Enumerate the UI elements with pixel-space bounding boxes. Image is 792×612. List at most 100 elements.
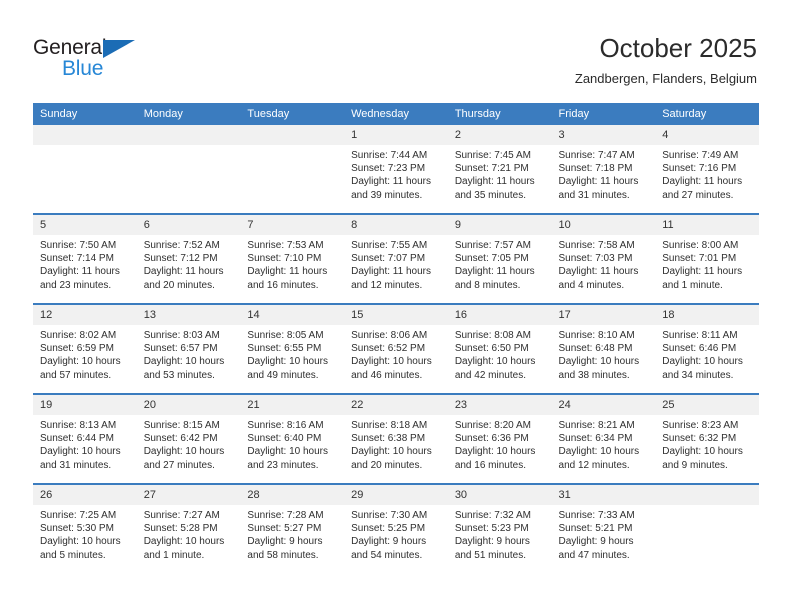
calendar-week-row: 5 Sunrise: 7:50 AM Sunset: 7:14 PM Daylight… (33, 213, 759, 304)
calendar-day-cell[interactable]: 29 Sunrise: 7:30 AM Sunset: 5:25 PM Dayligh… (344, 483, 448, 573)
daylight-text: Daylight: 10 hours and 27 minutes. (143, 446, 225, 471)
calendar-day-cell[interactable]: 25 Sunrise: 8:23 AM Sunset: 6:32 PM Dayligh… (655, 393, 759, 484)
sunrise-text: Sunrise: 7:58 AM (558, 240, 635, 251)
sunrise-text: Sunrise: 7:50 AM (40, 240, 117, 251)
calendar-week-row: 19 Sunrise: 8:13 AM Sunset: 6:44 PM Dayligh… (33, 393, 759, 484)
calendar-day-cell[interactable]: 14 Sunrise: 8:05 AM Sunset: 6:55 PM Dayligh… (240, 303, 345, 394)
daylight-text: Daylight: 10 hours and 9 minutes. (662, 446, 743, 471)
calendar-day-cell[interactable]: 20 Sunrise: 8:15 AM Sunset: 6:42 PM Dayligh… (136, 393, 241, 484)
calendar-day-cell[interactable]: 22 Sunrise: 8:18 AM Sunset: 6:38 PM Dayligh… (344, 393, 448, 484)
day-details: Sunrise: 8:15 AM Sunset: 6:42 PM Daylight:… (137, 415, 241, 472)
calendar-day-cell[interactable]: 9 Sunrise: 7:57 AM Sunset: 7:05 PM Daylight… (447, 213, 552, 304)
sunrise-text: Sunrise: 8:00 AM (662, 240, 739, 251)
calendar-day-cell[interactable]: 17 Sunrise: 8:10 AM Sunset: 6:48 PM Dayligh… (551, 303, 656, 394)
day-details: Sunrise: 8:08 AM Sunset: 6:50 PM Daylight:… (448, 325, 552, 382)
day-number: 6 (136, 215, 241, 235)
day-details: Sunrise: 8:10 AM Sunset: 6:48 PM Daylight:… (552, 325, 656, 382)
day-number: 24 (551, 395, 656, 415)
sunset-text: Sunset: 6:55 PM (247, 343, 322, 355)
sunset-text: Sunset: 7:05 PM (454, 253, 529, 265)
daylight-text: Daylight: 11 hours and 20 minutes. (143, 266, 224, 291)
sunrise-text: Sunrise: 8:03 AM (143, 330, 220, 341)
sunset-text: Sunset: 6:38 PM (351, 433, 426, 445)
day-number: 7 (240, 215, 345, 235)
calendar-day-cell[interactable]: 24 Sunrise: 8:21 AM Sunset: 6:34 PM Dayligh… (551, 393, 656, 484)
sunset-text: Sunset: 6:57 PM (143, 343, 218, 355)
sunset-text: Sunset: 5:25 PM (351, 523, 426, 535)
sunset-text: Sunset: 6:48 PM (558, 343, 633, 355)
calendar-day-cell[interactable]: 8 Sunrise: 7:55 AM Sunset: 7:07 PM Daylight… (344, 213, 448, 304)
calendar-day-cell[interactable]: 5 Sunrise: 7:50 AM Sunset: 7:14 PM Daylight… (33, 213, 137, 304)
daylight-text: Daylight: 10 hours and 53 minutes. (143, 356, 225, 381)
calendar-cell-empty (136, 125, 241, 214)
daylight-text: Daylight: 10 hours and 12 minutes. (558, 446, 640, 471)
calendar-day-cell[interactable]: 23 Sunrise: 8:20 AM Sunset: 6:36 PM Dayligh… (447, 393, 552, 484)
calendar-day-cell[interactable]: 27 Sunrise: 7:27 AM Sunset: 5:28 PM Dayligh… (136, 483, 241, 573)
calendar-day-cell[interactable]: 4 Sunrise: 7:49 AM Sunset: 7:16 PM Daylight… (655, 125, 759, 214)
sunrise-text: Sunrise: 8:06 AM (351, 330, 428, 341)
calendar-day-cell[interactable]: 10 Sunrise: 7:58 AM Sunset: 7:03 PM Dayligh… (551, 213, 656, 304)
calendar-day-cell[interactable]: 15 Sunrise: 8:06 AM Sunset: 6:52 PM Dayligh… (344, 303, 448, 394)
sunset-text: Sunset: 6:50 PM (454, 343, 529, 355)
calendar-day-cell[interactable]: 13 Sunrise: 8:03 AM Sunset: 6:57 PM Dayligh… (136, 303, 241, 394)
daylight-text: Daylight: 11 hours and 12 minutes. (351, 266, 431, 291)
weekday-header-sunday: Sunday (33, 103, 137, 125)
page-title: October 2025 (599, 33, 757, 63)
day-details: Sunrise: 7:53 AM Sunset: 7:10 PM Daylight:… (240, 235, 344, 292)
day-details: Sunrise: 8:06 AM Sunset: 6:52 PM Daylight:… (344, 325, 448, 382)
day-number: 28 (240, 485, 345, 505)
sunset-text: Sunset: 7:03 PM (558, 253, 633, 265)
calendar-day-cell[interactable]: 19 Sunrise: 8:13 AM Sunset: 6:44 PM Dayligh… (33, 393, 137, 484)
daylight-text: Daylight: 9 hours and 54 minutes. (351, 536, 427, 561)
calendar-week-row: 12 Sunrise: 8:02 AM Sunset: 6:59 PM Dayligh… (33, 303, 759, 394)
day-number: 23 (447, 395, 552, 415)
sunrise-text: Sunrise: 7:55 AM (351, 240, 428, 251)
day-details: Sunrise: 7:57 AM Sunset: 7:05 PM Daylight:… (448, 235, 552, 292)
calendar-day-cell[interactable]: 28 Sunrise: 7:28 AM Sunset: 5:27 PM Dayligh… (240, 483, 345, 573)
day-number: 8 (344, 215, 448, 235)
daylight-text: Daylight: 11 hours and 1 minute. (662, 266, 743, 291)
weekday-header-tuesday: Tuesday (240, 103, 345, 125)
daylight-text: Daylight: 10 hours and 31 minutes. (40, 446, 121, 471)
calendar-day-cell[interactable]: 1 Sunrise: 7:44 AM Sunset: 7:23 PM Daylight… (344, 125, 448, 214)
sunset-text: Sunset: 7:14 PM (40, 253, 114, 265)
calendar-day-cell[interactable]: 31 Sunrise: 7:33 AM Sunset: 5:21 PM Dayligh… (551, 483, 656, 573)
sunset-text: Sunset: 6:32 PM (662, 433, 737, 445)
calendar-day-cell[interactable]: 30 Sunrise: 7:32 AM Sunset: 5:23 PM Dayligh… (447, 483, 552, 573)
day-number: 14 (240, 305, 345, 325)
calendar-day-cell[interactable]: 21 Sunrise: 8:16 AM Sunset: 6:40 PM Dayligh… (240, 393, 345, 484)
sunset-text: Sunset: 5:27 PM (247, 523, 322, 535)
calendar-day-cell[interactable]: 16 Sunrise: 8:08 AM Sunset: 6:50 PM Dayligh… (447, 303, 552, 394)
sunrise-text: Sunrise: 7:30 AM (351, 510, 428, 521)
calendar-body: 1 Sunrise: 7:44 AM Sunset: 7:23 PM Daylight… (33, 125, 759, 573)
daylight-text: Daylight: 11 hours and 27 minutes. (662, 176, 743, 201)
sunset-text: Sunset: 6:36 PM (454, 433, 529, 445)
calendar-day-cell[interactable]: 7 Sunrise: 7:53 AM Sunset: 7:10 PM Daylight… (240, 213, 345, 304)
weekday-header-friday: Friday (551, 103, 656, 125)
calendar-day-cell[interactable]: 26 Sunrise: 7:25 AM Sunset: 5:30 PM Dayligh… (33, 483, 137, 573)
calendar-day-cell[interactable]: 18 Sunrise: 8:11 AM Sunset: 6:46 PM Dayligh… (655, 303, 759, 394)
calendar-day-cell[interactable]: 11 Sunrise: 8:00 AM Sunset: 7:01 PM Dayligh… (655, 213, 759, 304)
sunset-text: Sunset: 7:12 PM (143, 253, 218, 265)
calendar-day-cell[interactable]: 12 Sunrise: 8:02 AM Sunset: 6:59 PM Dayligh… (33, 303, 137, 394)
sunset-text: Sunset: 6:42 PM (143, 433, 218, 445)
day-number: 21 (240, 395, 345, 415)
calendar-day-cell[interactable]: 6 Sunrise: 7:52 AM Sunset: 7:12 PM Daylight… (136, 213, 241, 304)
sunrise-text: Sunrise: 8:23 AM (662, 420, 739, 431)
sunrise-text: Sunrise: 7:27 AM (143, 510, 220, 521)
calendar-day-cell[interactable]: 3 Sunrise: 7:47 AM Sunset: 7:18 PM Daylight… (551, 125, 656, 214)
sunrise-text: Sunrise: 8:15 AM (143, 420, 220, 431)
day-details: Sunrise: 7:25 AM Sunset: 5:30 PM Daylight:… (33, 505, 137, 562)
sunrise-text: Sunrise: 8:13 AM (40, 420, 117, 431)
day-details: Sunrise: 8:16 AM Sunset: 6:40 PM Daylight:… (240, 415, 344, 472)
sunrise-text: Sunrise: 7:28 AM (247, 510, 324, 521)
calendar-day-cell[interactable]: 2 Sunrise: 7:45 AM Sunset: 7:21 PM Daylight… (447, 125, 552, 214)
sunrise-text: Sunrise: 8:18 AM (351, 420, 428, 431)
day-number: 27 (136, 485, 241, 505)
day-number: 12 (33, 305, 137, 325)
day-number: 15 (344, 305, 448, 325)
day-details: Sunrise: 7:32 AM Sunset: 5:23 PM Daylight:… (448, 505, 552, 562)
title-block: October 2025 Zandbergen, Flanders, Belgi… (575, 32, 757, 87)
day-details: Sunrise: 7:47 AM Sunset: 7:18 PM Daylight:… (552, 145, 656, 202)
calendar-cell-empty (655, 483, 759, 573)
